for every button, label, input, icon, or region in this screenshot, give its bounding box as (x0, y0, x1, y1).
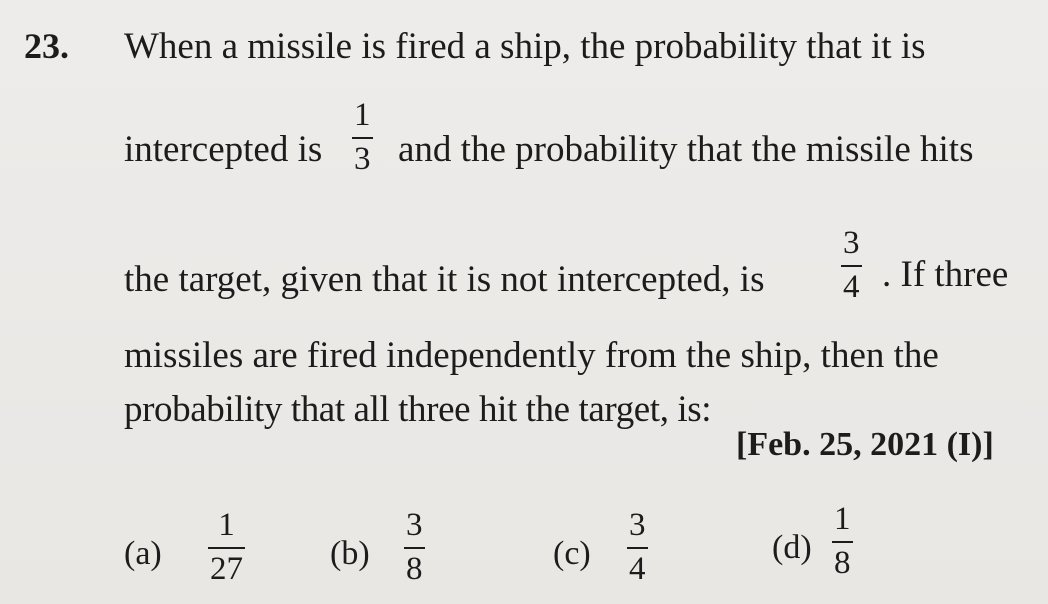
option-d-label: (d) (772, 529, 812, 566)
question-line-2-start: intercepted is (124, 129, 323, 170)
fraction-bar (208, 547, 245, 549)
fraction-denominator: 3 (354, 141, 371, 177)
fraction-numerator: 1 (834, 501, 851, 537)
option-b-label: (b) (330, 535, 370, 572)
question-line-5: probability that all three hit the targe… (124, 389, 712, 430)
exam-reference: [Feb. 25, 2021 (I)] (736, 426, 994, 463)
fraction-bar (832, 541, 853, 543)
fraction-denominator: 27 (210, 551, 243, 587)
question-line-1: When a missile is fired a ship, the prob… (124, 26, 926, 67)
option-a-label: (a) (124, 535, 162, 572)
fraction-denominator: 4 (629, 551, 646, 587)
question-line-3-start: the target, given that it is not interce… (124, 259, 765, 300)
fraction-numerator: 1 (354, 97, 371, 133)
fraction-denominator: 8 (406, 551, 423, 587)
fraction-three-fourths: 3 4 (841, 227, 862, 304)
fraction-bar (404, 547, 425, 549)
fraction-numerator: 3 (406, 507, 423, 543)
fraction-numerator: 3 (843, 225, 860, 261)
option-d-fraction: 1 8 (832, 503, 853, 580)
fraction-numerator: 1 (218, 507, 235, 543)
question-page: 23. When a missile is fired a ship, the … (0, 0, 1048, 604)
fraction-bar (627, 547, 648, 549)
option-a-fraction: 1 27 (208, 509, 245, 586)
fraction-one-third: 1 3 (352, 99, 373, 176)
question-number: 23. (24, 26, 69, 66)
fraction-numerator: 3 (629, 507, 646, 543)
option-c-label: (c) (553, 535, 591, 572)
question-line-4: missiles are fired independently from th… (124, 335, 939, 376)
question-line-2-end: and the probability that the missile hit… (398, 129, 974, 170)
fraction-denominator: 4 (843, 269, 860, 305)
fraction-bar (352, 137, 373, 139)
fraction-bar (841, 265, 862, 267)
question-line-3-end: . If three (882, 254, 1009, 295)
option-c-fraction: 3 4 (627, 509, 648, 586)
option-b-fraction: 3 8 (404, 509, 425, 586)
fraction-denominator: 8 (834, 545, 851, 581)
